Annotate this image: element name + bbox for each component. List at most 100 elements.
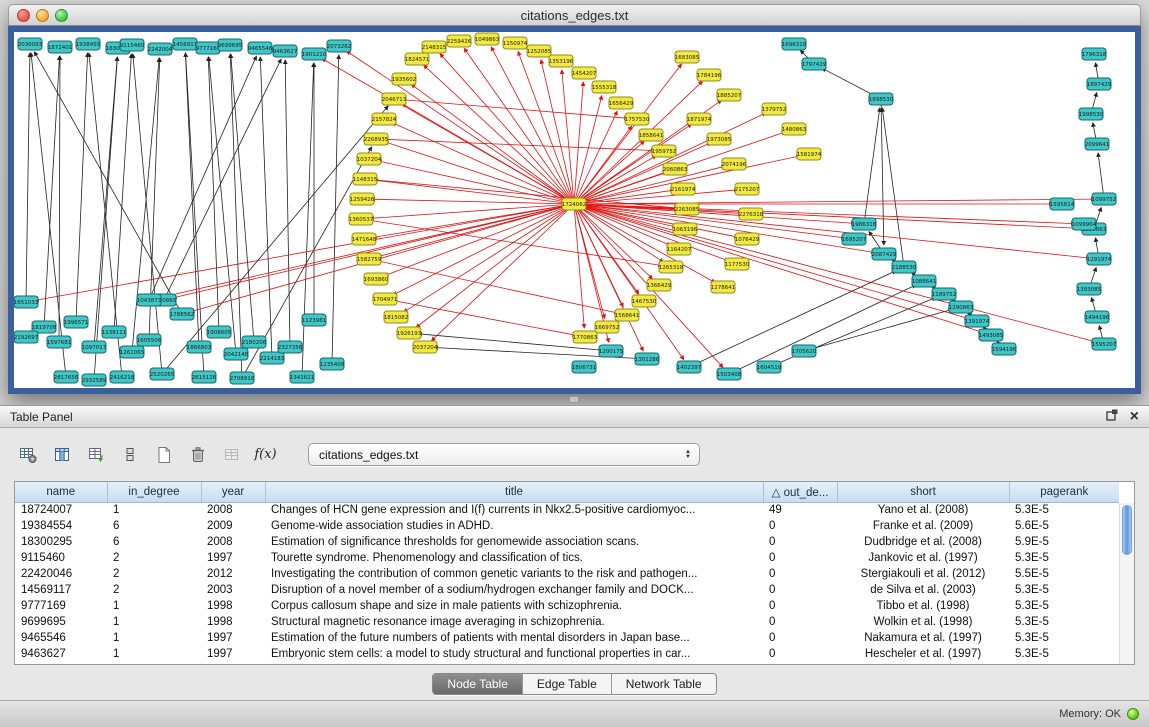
network-edge[interactable]	[882, 108, 904, 267]
network-node[interactable]: 1123981	[302, 314, 327, 326]
network-node[interactable]: 2268935	[364, 133, 389, 145]
table-row[interactable]: 911546021997Tourette syndrome. Phenomeno…	[15, 550, 1119, 566]
column-header-year[interactable]: year	[201, 482, 265, 502]
network-node[interactable]: 2817656	[54, 371, 79, 383]
network-node[interactable]: 1391974	[965, 315, 990, 327]
network-node[interactable]: 1669752	[595, 321, 620, 333]
edit-columns-icon[interactable]	[82, 442, 109, 467]
float-panel-icon[interactable]	[1106, 409, 1118, 424]
table-row[interactable]: 1830029562008Estimation of significance …	[15, 534, 1119, 550]
network-node[interactable]: 2932589	[82, 374, 107, 386]
network-node[interactable]: 2188530	[892, 261, 917, 273]
network-edge[interactable]	[208, 57, 219, 332]
window-zoom-button[interactable]	[55, 9, 68, 22]
network-edge[interactable]	[185, 53, 199, 347]
network-node[interactable]: 1901210	[302, 48, 327, 60]
scrollbar-thumb[interactable]	[1122, 505, 1132, 555]
network-edge[interactable]	[729, 285, 916, 374]
network-node[interactable]: 1973085	[707, 133, 732, 145]
network-node[interactable]: 2037204	[413, 341, 438, 353]
network-node[interactable]: 1555318	[592, 81, 617, 93]
network-node[interactable]: 9463627	[273, 45, 298, 57]
network-edge[interactable]	[881, 99, 884, 245]
network-edge[interactable]	[133, 54, 162, 374]
network-node[interactable]: 1150974	[503, 37, 528, 49]
network-node[interactable]: 1897429	[1087, 78, 1112, 90]
delete-table-icon[interactable]	[184, 442, 211, 467]
network-node[interactable]: 1935602	[392, 73, 417, 85]
network-edge[interactable]	[518, 52, 574, 205]
network-node[interactable]: 1996571	[64, 316, 89, 328]
network-edge[interactable]	[1098, 153, 1104, 199]
show-columns-icon[interactable]	[48, 442, 75, 467]
network-edge[interactable]	[260, 57, 272, 358]
network-node[interactable]: 1938455	[76, 38, 101, 50]
network-node[interactable]: 1278641	[711, 281, 736, 293]
tab-node-table[interactable]: Node Table	[433, 674, 523, 694]
network-edge[interactable]	[574, 111, 617, 204]
network-node[interactable]: 1467530	[632, 295, 657, 307]
network-node[interactable]: 1815082	[384, 311, 409, 323]
network-node[interactable]: 1705620	[792, 345, 817, 357]
column-header-out-degree[interactable]: △ out_de...	[763, 482, 837, 502]
network-edge[interactable]	[574, 199, 1095, 204]
network-edge[interactable]	[94, 57, 117, 347]
network-edge[interactable]	[574, 204, 1095, 342]
network-node[interactable]: 1595814	[1050, 198, 1075, 210]
network-edge[interactable]	[574, 141, 644, 204]
network-node[interactable]: 1261065	[120, 346, 145, 358]
network-node[interactable]: 1063196	[673, 223, 698, 235]
network-node[interactable]: 1604519	[757, 361, 782, 373]
network-node[interactable]: 1898530	[869, 93, 894, 105]
network-node[interactable]: 1693860	[364, 273, 389, 285]
network-node[interactable]: 1581974	[797, 148, 822, 160]
network-node[interactable]: 1696318	[782, 38, 807, 50]
network-node[interactable]: 1784196	[697, 69, 722, 81]
network-edge[interactable]	[371, 199, 574, 204]
network-edge[interactable]	[76, 53, 88, 322]
network-node[interactable]: 1595207	[1092, 338, 1117, 350]
network-node[interactable]: 1926193	[397, 327, 422, 339]
network-node[interactable]: 1291974	[1087, 253, 1112, 265]
network-node[interactable]: 1959752	[652, 145, 677, 157]
network-node[interactable]: 1788562	[170, 308, 195, 320]
network-node[interactable]: 1393085	[1077, 283, 1102, 295]
network-node[interactable]: 1138111	[102, 326, 127, 338]
table-row[interactable]: 2242004622012Investigating the contribut…	[15, 566, 1119, 582]
network-node[interactable]: 1695207	[842, 233, 867, 245]
network-node[interactable]: 2087429	[872, 248, 897, 260]
network-node[interactable]: 9465546	[248, 42, 273, 54]
network-node[interactable]: 1858641	[639, 129, 664, 141]
window-titlebar[interactable]: citations_edges.txt	[8, 4, 1141, 26]
network-node[interactable]: 1471648	[352, 233, 377, 245]
network-node[interactable]: 1568641	[615, 309, 640, 321]
network-node[interactable]: 1379752	[762, 103, 787, 115]
network-canvas[interactable]: 2036093187240119384551830029911546022420…	[14, 32, 1135, 388]
network-edge[interactable]	[302, 63, 314, 377]
network-node[interactable]: 2060863	[663, 163, 688, 175]
network-edge[interactable]	[385, 142, 574, 204]
network-node[interactable]: 2180206	[242, 336, 267, 348]
network-edge[interactable]	[332, 55, 339, 364]
table-row[interactable]: 977716911998Corpus callosum shape and si…	[15, 598, 1119, 614]
network-node[interactable]: 1806731	[572, 361, 597, 373]
table-row[interactable]: 946362711997Embryonic stem cells: a mode…	[15, 646, 1119, 662]
network-node[interactable]: 1885207	[717, 89, 742, 101]
network-node[interactable]: 1656429	[609, 97, 634, 109]
network-node[interactable]: 1252085	[527, 45, 552, 57]
network-node[interactable]: 2073262	[327, 40, 352, 52]
network-node[interactable]: 1290863	[949, 301, 974, 313]
network-node[interactable]: 2520265	[150, 368, 175, 380]
network-node[interactable]: 2615126	[192, 371, 217, 383]
network-node[interactable]: 2042148	[224, 348, 249, 360]
network-edge[interactable]	[464, 48, 574, 204]
network-node[interactable]: 1341621	[290, 371, 315, 383]
network-node[interactable]: 2161974	[671, 183, 696, 195]
network-node[interactable]: 1076429	[735, 233, 760, 245]
table-row[interactable]: 969969511998Structural magnetic resonanc…	[15, 614, 1119, 630]
network-node[interactable]: 2192697	[14, 331, 39, 343]
network-edge[interactable]	[392, 123, 574, 204]
network-edge[interactable]	[376, 139, 655, 151]
network-node[interactable]: 2708918	[230, 372, 255, 384]
network-node[interactable]: 2036093	[18, 38, 43, 50]
